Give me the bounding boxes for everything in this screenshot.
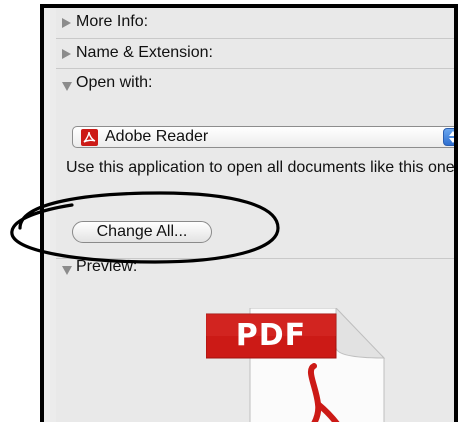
section-label-preview: Preview: [76,258,138,275]
section-label-open-with: Open with: [76,74,153,91]
section-label-more-info: More Info: [76,13,149,30]
section-more-info[interactable]: More Info: [56,8,454,39]
info-window-frame: More Info: Name & Extension: Open with: … [40,4,458,422]
section-name-extension[interactable]: Name & Extension: [56,38,454,69]
disclosure-triangle-expanded-icon[interactable] [62,266,72,275]
disclosure-triangle-expanded-icon[interactable] [62,82,72,91]
disclosure-triangle-collapsed-icon[interactable] [62,18,71,28]
popup-stepper-icon[interactable] [443,128,454,146]
screenshot-stage: More Info: Name & Extension: Open with: … [0,0,463,426]
pdf-badge-text: PDF [235,318,307,353]
section-label-name-extension: Name & Extension: [76,44,213,61]
open-with-app-popup[interactable]: Adobe Reader [72,126,454,148]
selected-app-label: Adobe Reader [105,128,209,145]
pdf-document-icon: PDF [205,306,406,422]
adobe-reader-icon [81,129,98,146]
info-panel: More Info: Name & Extension: Open with: … [56,8,458,422]
change-all-button[interactable]: Change All... [72,221,212,243]
open-with-description: Use this application to open all documen… [66,159,458,176]
disclosure-triangle-collapsed-icon[interactable] [62,49,71,59]
